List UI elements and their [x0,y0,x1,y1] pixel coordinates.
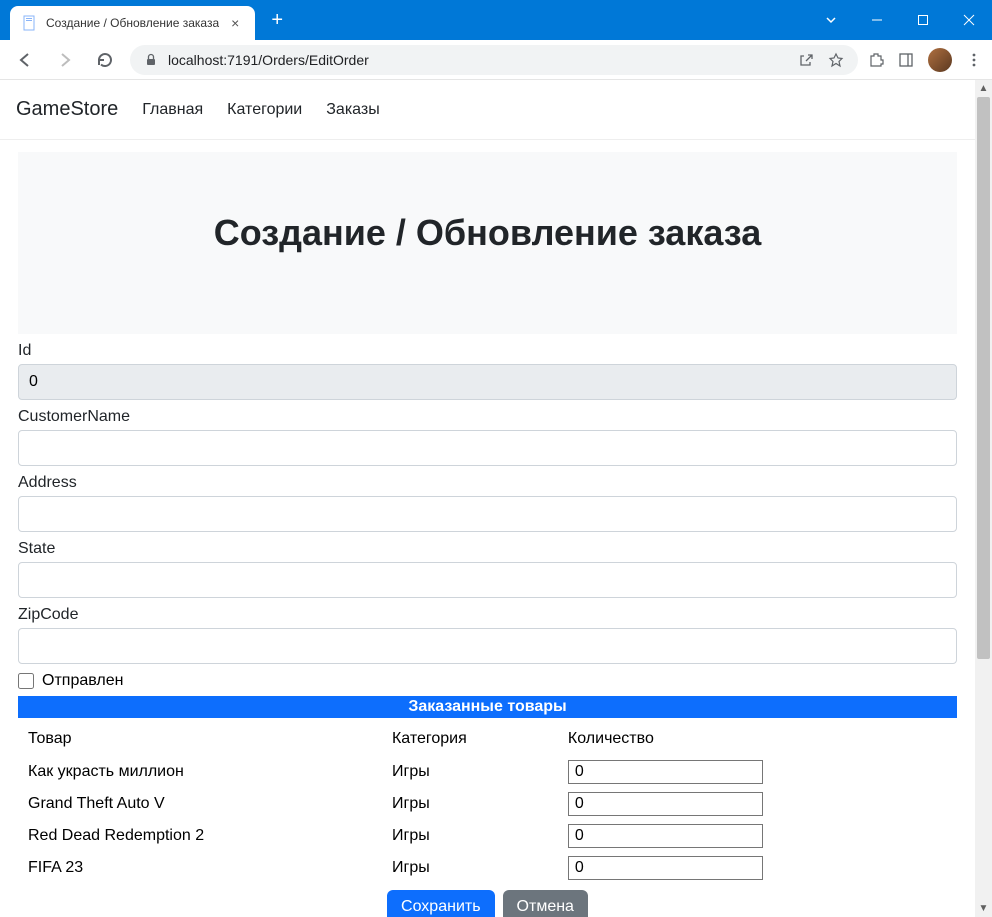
customer-field[interactable] [18,430,957,466]
window-controls [854,0,992,40]
new-tab-button[interactable]: + [263,5,291,36]
tab-title: Создание / Обновление заказа [46,16,219,30]
cell-product: Grand Theft Auto V [18,788,382,820]
shipped-checkbox[interactable] [18,673,34,689]
extensions-icon[interactable] [868,52,884,68]
quantity-input[interactable] [568,760,763,784]
label-customer: CustomerName [18,408,957,426]
quantity-input[interactable] [568,792,763,816]
scroll-track[interactable] [975,97,992,900]
menu-icon[interactable] [966,52,982,68]
zip-field[interactable] [18,628,957,664]
col-category: Категория [382,722,558,756]
scroll-down-arrow[interactable]: ▼ [975,900,992,917]
browser-titlebar: Создание / Обновление заказа × + [0,0,992,40]
lock-icon [144,53,158,67]
nav-orders[interactable]: Заказы [326,101,379,119]
label-id: Id [18,342,957,360]
minimize-button[interactable] [854,0,900,40]
quantity-input[interactable] [568,856,763,880]
cancel-button[interactable]: Отмена [503,890,588,917]
table-row: Как украсть миллион Игры [18,756,957,788]
id-field [18,364,957,400]
hero: Создание / Обновление заказа [18,152,957,334]
tab-favicon [22,15,38,31]
table-row: Red Dead Redemption 2 Игры [18,820,957,852]
share-icon[interactable] [798,52,814,68]
avatar[interactable] [928,48,952,72]
close-window-button[interactable] [946,0,992,40]
save-button[interactable]: Сохранить [387,890,495,917]
chevron-down-icon[interactable] [808,14,854,26]
nav-categories[interactable]: Категории [227,101,302,119]
label-address: Address [18,474,957,492]
cell-category: Игры [382,788,558,820]
close-icon[interactable]: × [227,13,243,33]
star-icon[interactable] [828,52,844,68]
site-header: GameStore Главная Категории Заказы [0,80,975,140]
items-section-title: Заказанные товары [18,696,957,718]
cell-category: Игры [382,820,558,852]
label-zip: ZipCode [18,606,957,624]
quantity-input[interactable] [568,824,763,848]
label-shipped: Отправлен [42,672,123,690]
brand[interactable]: GameStore [16,98,118,121]
table-row: Grand Theft Auto V Игры [18,788,957,820]
address-bar[interactable]: localhost:7191/Orders/EditOrder [130,45,858,75]
reload-button[interactable] [90,47,120,73]
label-state: State [18,540,957,558]
cell-product: Red Dead Redemption 2 [18,820,382,852]
forward-button[interactable] [50,47,80,73]
side-panel-icon[interactable] [898,52,914,68]
cell-product: FIFA 23 [18,852,382,884]
cell-product: Как украсть миллион [18,756,382,788]
url-text: localhost:7191/Orders/EditOrder [168,52,788,68]
maximize-button[interactable] [900,0,946,40]
items-table: Товар Категория Количество Как украсть м… [18,722,957,884]
browser-tab[interactable]: Создание / Обновление заказа × [10,6,255,40]
scroll-thumb[interactable] [977,97,990,659]
scroll-up-arrow[interactable]: ▲ [975,80,992,97]
state-field[interactable] [18,562,957,598]
col-quantity: Количество [558,722,957,756]
nav-home[interactable]: Главная [142,101,203,119]
page-title: Создание / Обновление заказа [38,212,937,254]
col-product: Товар [18,722,382,756]
browser-toolbar: localhost:7191/Orders/EditOrder [0,40,992,80]
scrollbar[interactable]: ▲ ▼ [975,80,992,917]
back-button[interactable] [10,47,40,73]
cell-category: Игры [382,852,558,884]
table-row: FIFA 23 Игры [18,852,957,884]
address-field[interactable] [18,496,957,532]
cell-category: Игры [382,756,558,788]
